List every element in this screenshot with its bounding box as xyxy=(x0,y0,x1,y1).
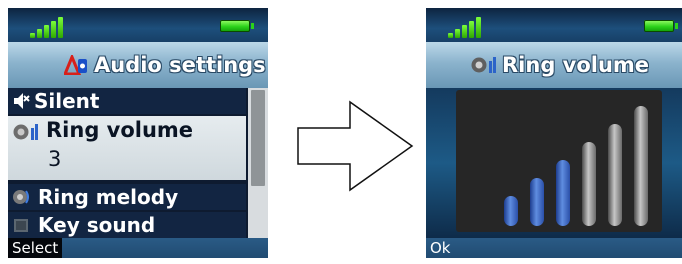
menu-item-label: Silent xyxy=(34,89,100,113)
volume-bar-1 xyxy=(504,196,518,226)
volume-bar-6 xyxy=(634,106,648,226)
menu-item-ring-melody[interactable]: Ring melody xyxy=(8,184,246,210)
volume-bar-4 xyxy=(582,142,596,226)
settings-menu-list: Silent Ring volume 3 Ring melody Key sou… xyxy=(8,88,248,238)
menu-item-ring-volume[interactable]: Ring volume 3 xyxy=(8,116,246,180)
menu-item-label: Ring melody xyxy=(38,185,179,209)
menu-item-silent[interactable]: Silent xyxy=(8,88,246,114)
signal-strength-icon xyxy=(448,16,508,38)
softkey-bar: Ok xyxy=(426,238,682,258)
ring-volume-icon xyxy=(13,124,38,140)
menu-item-key-sound[interactable]: Key sound xyxy=(8,212,246,238)
header-title: Ring volume xyxy=(502,53,650,77)
ring-volume-screen: Ring volume Ok xyxy=(426,8,682,258)
ok-softkey[interactable]: Ok xyxy=(426,238,455,258)
volume-level-indicator[interactable] xyxy=(456,90,662,232)
screen-header: Audio settings xyxy=(8,42,268,88)
battery-icon xyxy=(220,20,254,32)
volume-bar-2 xyxy=(530,178,544,226)
ring-melody-icon xyxy=(13,190,29,204)
right-arrow-icon xyxy=(297,100,414,192)
status-bar xyxy=(426,8,682,42)
audio-settings-screen: Audio settings Silent Ring volume 3 Ring… xyxy=(8,8,268,258)
volume-body xyxy=(426,88,682,238)
battery-icon xyxy=(644,20,678,32)
menu-item-label: Ring volume xyxy=(46,118,194,142)
status-bar xyxy=(8,8,268,42)
audio-settings-icon xyxy=(64,55,87,75)
softkey-bar: Select xyxy=(8,238,268,258)
header-title: Audio settings xyxy=(94,53,266,77)
scroll-thumb[interactable] xyxy=(251,90,265,186)
scrollbar[interactable] xyxy=(248,88,268,238)
screen-header: Ring volume xyxy=(426,42,682,88)
select-softkey[interactable]: Select xyxy=(8,238,63,258)
menu-item-label: Key sound xyxy=(38,213,156,237)
signal-strength-icon xyxy=(30,16,90,38)
ring-volume-icon xyxy=(471,57,496,73)
menu-item-value: 3 xyxy=(48,147,62,171)
volume-bar-5 xyxy=(608,124,622,226)
speaker-mute-icon xyxy=(14,93,30,109)
key-sound-icon xyxy=(14,219,28,232)
volume-bar-3 xyxy=(556,160,570,226)
